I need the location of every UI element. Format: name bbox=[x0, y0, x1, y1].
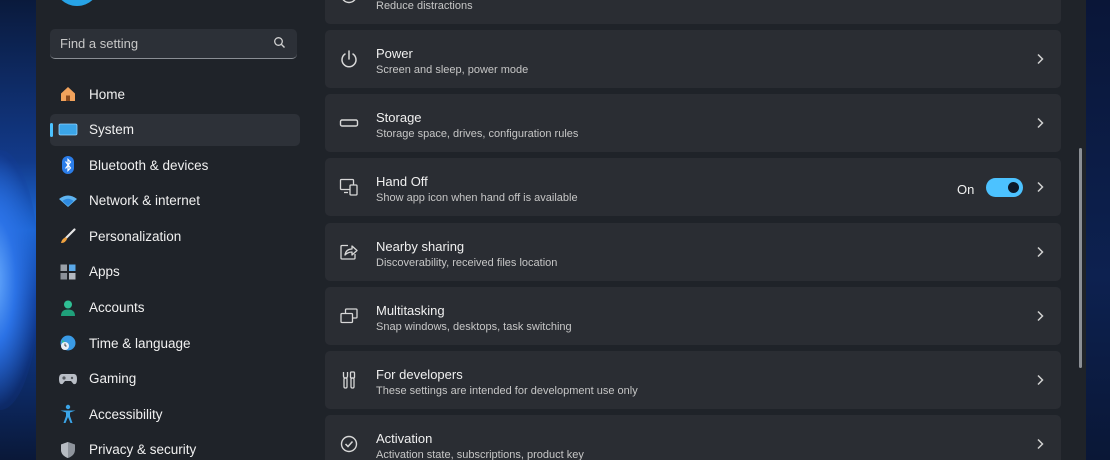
setting-card-title: Storage bbox=[376, 110, 422, 125]
setting-card-subtitle: Show app icon when hand off is available bbox=[376, 192, 578, 204]
gamepad-icon bbox=[58, 369, 78, 389]
brush-icon bbox=[58, 226, 78, 246]
desktop-wallpaper bbox=[0, 0, 40, 460]
setting-card-multitasking[interactable]: Multitasking Snap windows, desktops, tas… bbox=[325, 287, 1061, 345]
toggle-state-label: On bbox=[957, 182, 975, 197]
setting-card-title: Power bbox=[376, 46, 413, 61]
wifi-icon bbox=[58, 191, 78, 211]
settings-window: Home System Bluetooth & devices Network … bbox=[36, 0, 1086, 460]
hand-off-toggle[interactable] bbox=[986, 178, 1023, 197]
chevron-right-icon bbox=[1036, 0, 1044, 1]
home-icon bbox=[58, 84, 78, 104]
apps-icon bbox=[58, 262, 78, 282]
sidebar-item-label: Bluetooth & devices bbox=[89, 157, 209, 173]
share-icon bbox=[339, 242, 359, 262]
setting-card-power[interactable]: Power Screen and sleep, power mode bbox=[325, 30, 1061, 88]
account-icon bbox=[58, 298, 78, 318]
search-input[interactable] bbox=[50, 29, 275, 57]
sidebar-item-label: Accessibility bbox=[89, 406, 163, 422]
toggle-knob bbox=[1008, 182, 1019, 193]
chevron-right-icon bbox=[1036, 438, 1044, 450]
chevron-right-icon bbox=[1036, 117, 1044, 129]
accessibility-icon bbox=[58, 404, 78, 424]
sidebar-item-time-language[interactable]: Time & language bbox=[50, 327, 300, 359]
sidebar-item-label: Privacy & security bbox=[89, 442, 197, 458]
setting-card-title: Activation bbox=[376, 431, 433, 446]
sidebar-item-personalization[interactable]: Personalization bbox=[50, 220, 300, 252]
sidebar-item-bluetooth[interactable]: Bluetooth & devices bbox=[50, 149, 300, 181]
storage-icon bbox=[339, 113, 359, 133]
setting-card-subtitle: Reduce distractions bbox=[376, 0, 473, 12]
hand-off-icon bbox=[339, 177, 359, 197]
sidebar-item-label: System bbox=[89, 122, 135, 138]
setting-card-subtitle: Storage space, drives, configuration rul… bbox=[376, 128, 579, 140]
activation-icon bbox=[339, 434, 359, 454]
scrollbar-thumb[interactable] bbox=[1079, 148, 1082, 368]
setting-card-hand-off[interactable]: Hand Off Show app icon when hand off is … bbox=[325, 158, 1061, 216]
setting-card-activation[interactable]: Activation Activation state, subscriptio… bbox=[325, 415, 1061, 460]
sidebar-item-accessibility[interactable]: Accessibility bbox=[50, 398, 300, 430]
developer-tools-icon bbox=[339, 370, 359, 390]
setting-card-title: For developers bbox=[376, 367, 463, 382]
system-icon bbox=[58, 120, 78, 140]
setting-card-title: Hand Off bbox=[376, 174, 428, 189]
setting-card-nearby-sharing[interactable]: Nearby sharing Discoverability, received… bbox=[325, 223, 1061, 281]
setting-card-subtitle: Screen and sleep, power mode bbox=[376, 64, 529, 76]
sidebar-item-label: Accounts bbox=[89, 300, 145, 316]
setting-card-focus[interactable]: Reduce distractions bbox=[325, 0, 1061, 24]
sidebar-item-accounts[interactable]: Accounts bbox=[50, 292, 300, 324]
sidebar-item-apps[interactable]: Apps bbox=[50, 256, 300, 288]
search-box[interactable] bbox=[50, 29, 297, 59]
chevron-right-icon bbox=[1036, 181, 1044, 193]
user-avatar[interactable] bbox=[54, 0, 100, 6]
setting-card-subtitle: Snap windows, desktops, task switching bbox=[376, 321, 572, 333]
sidebar-item-privacy-security[interactable]: Privacy & security bbox=[50, 434, 300, 460]
desktop-wallpaper-right bbox=[1086, 0, 1110, 460]
focus-icon bbox=[339, 0, 359, 5]
sidebar-nav: Home System Bluetooth & devices Network … bbox=[50, 78, 300, 460]
sidebar-item-label: Personalization bbox=[89, 228, 182, 244]
chevron-right-icon bbox=[1036, 53, 1044, 65]
sidebar-item-label: Apps bbox=[89, 264, 120, 280]
bluetooth-icon bbox=[58, 155, 78, 175]
sidebar-item-label: Home bbox=[89, 86, 126, 102]
setting-card-storage[interactable]: Storage Storage space, drives, configura… bbox=[325, 94, 1061, 152]
sidebar-item-network[interactable]: Network & internet bbox=[50, 185, 300, 217]
clock-globe-icon bbox=[58, 333, 78, 353]
power-icon bbox=[339, 49, 359, 69]
sidebar-item-label: Time & language bbox=[89, 335, 191, 351]
sidebar-item-gaming[interactable]: Gaming bbox=[50, 363, 300, 395]
setting-card-subtitle: These settings are intended for developm… bbox=[376, 385, 638, 397]
sidebar-item-home[interactable]: Home bbox=[50, 78, 300, 110]
setting-card-subtitle: Activation state, subscriptions, product… bbox=[376, 449, 584, 460]
sidebar-item-label: Network & internet bbox=[89, 193, 201, 209]
chevron-right-icon bbox=[1036, 310, 1044, 322]
chevron-right-icon bbox=[1036, 246, 1044, 258]
sidebar-item-label: Gaming bbox=[89, 371, 137, 387]
setting-card-title: Multitasking bbox=[376, 303, 445, 318]
setting-card-subtitle: Discoverability, received files location bbox=[376, 257, 558, 269]
chevron-right-icon bbox=[1036, 374, 1044, 386]
sidebar-item-system[interactable]: System bbox=[50, 113, 300, 146]
setting-card-title: Nearby sharing bbox=[376, 239, 465, 254]
multitasking-icon bbox=[339, 306, 359, 326]
search-icon[interactable] bbox=[273, 36, 287, 50]
setting-card-for-developers[interactable]: For developers These settings are intend… bbox=[325, 351, 1061, 409]
shield-icon bbox=[58, 440, 78, 460]
